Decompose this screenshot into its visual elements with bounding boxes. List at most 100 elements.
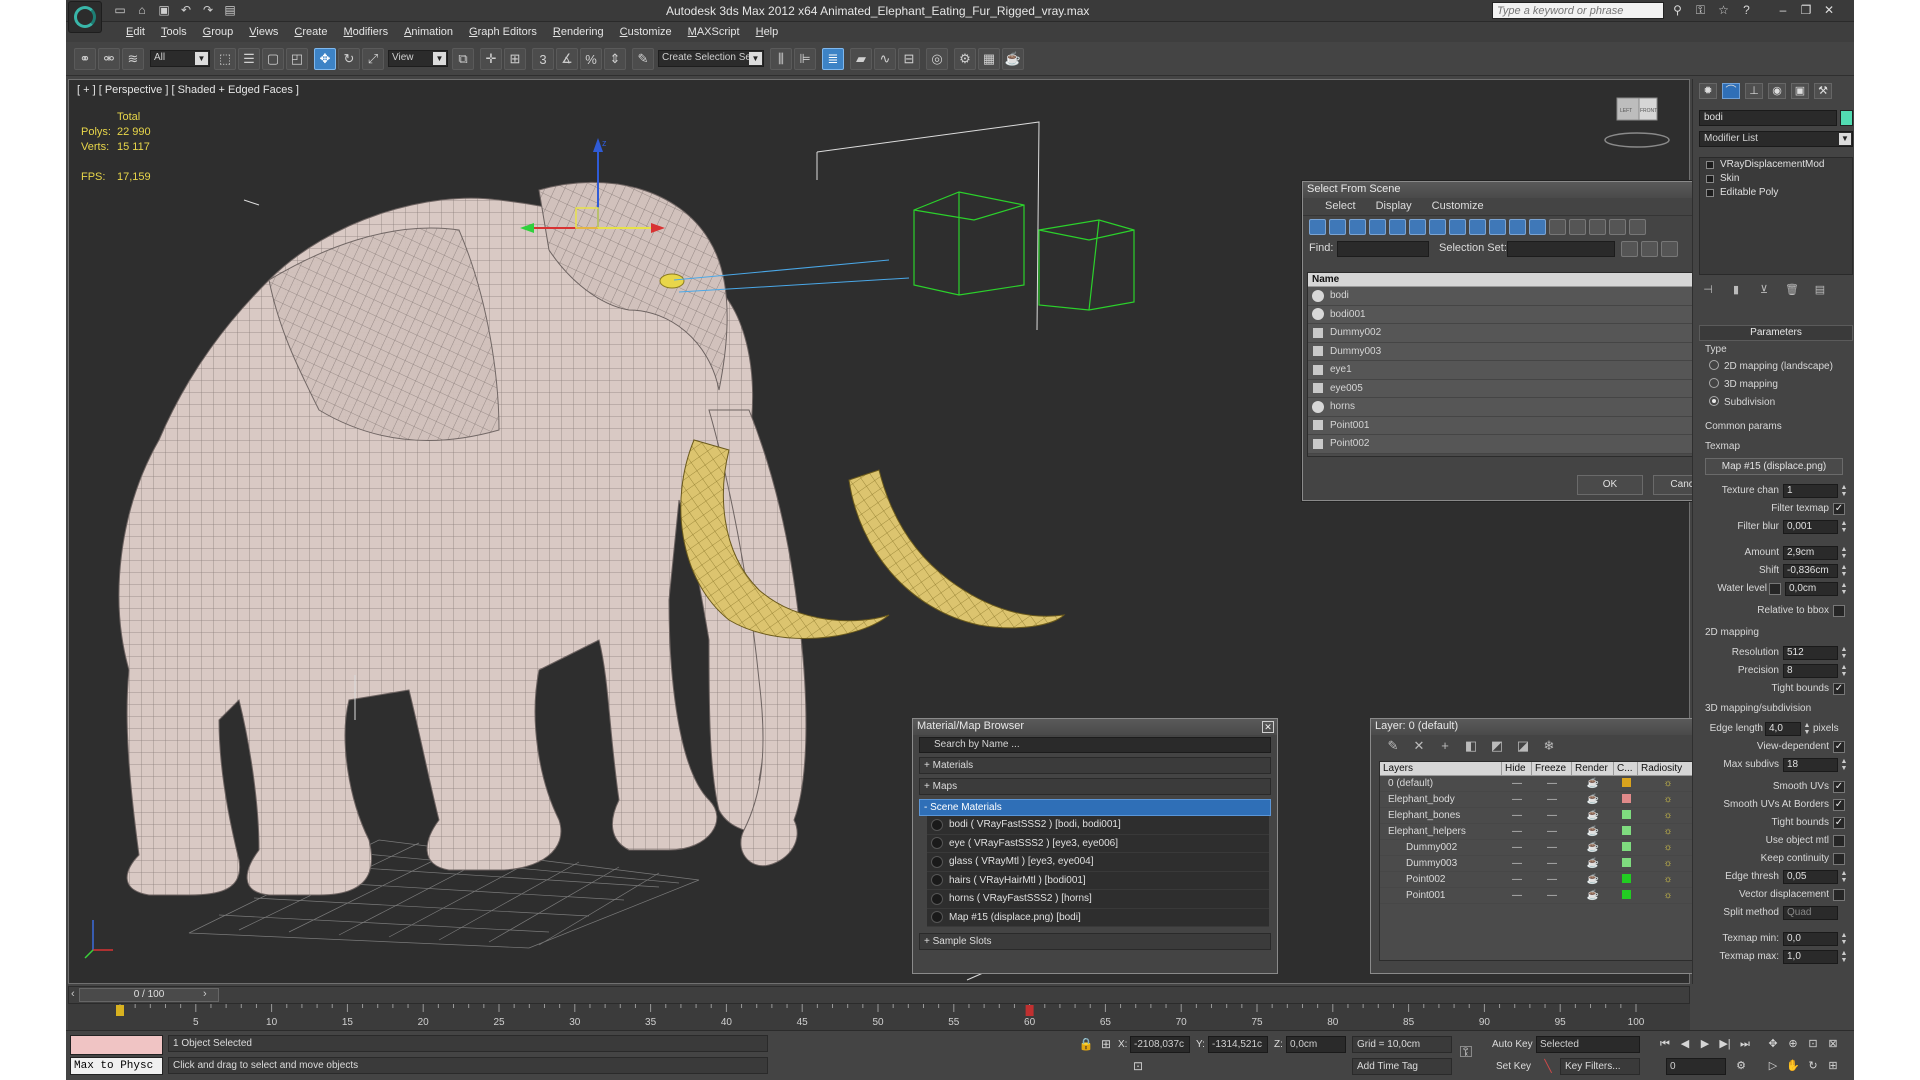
time-slider[interactable]: ‹ 0 / 100 › bbox=[68, 986, 1690, 1004]
prev-frame-icon[interactable]: ‹ bbox=[71, 988, 75, 1000]
layer-color-cell[interactable] bbox=[1614, 841, 1638, 854]
display-groups-icon[interactable] bbox=[1429, 219, 1446, 235]
time-tag-icon[interactable]: ⊡ bbox=[1130, 1058, 1146, 1074]
key-marker[interactable] bbox=[116, 1005, 124, 1016]
add-time-tag-button[interactable]: Add Time Tag bbox=[1352, 1058, 1452, 1075]
spinner-icon[interactable]: ▲ ▼ bbox=[1840, 664, 1848, 678]
menu-rendering[interactable]: Rendering bbox=[545, 25, 612, 39]
texmap-min-input[interactable]: 0,0 bbox=[1783, 932, 1838, 946]
curve-editor-icon[interactable]: ∿ bbox=[874, 48, 896, 70]
render-setup-icon[interactable]: ⚙ bbox=[954, 48, 976, 70]
percent-snap-icon[interactable]: % bbox=[580, 48, 602, 70]
freeze-toggle-icon[interactable]: — bbox=[1532, 874, 1572, 885]
make-unique-icon[interactable]: ⊻ bbox=[1757, 283, 1771, 297]
graphite-ribbon-icon[interactable]: ▰ bbox=[850, 48, 872, 70]
menu-animation[interactable]: Animation bbox=[396, 25, 461, 39]
save-file-icon[interactable]: ▣ bbox=[156, 3, 172, 18]
create-tab-icon[interactable]: ✹ bbox=[1699, 83, 1717, 99]
search-by-name-input[interactable]: Search by Name ... bbox=[919, 737, 1271, 753]
select-and-rotate-icon[interactable]: ↻ bbox=[338, 48, 360, 70]
edit-named-selection-icon[interactable]: ✎ bbox=[632, 48, 654, 70]
texmap-button[interactable]: Map #15 (displace.png) bbox=[1705, 458, 1843, 475]
select-in-layer-icon[interactable]: ◧ bbox=[1463, 738, 1479, 754]
y-coord-input[interactable]: -1314,521c bbox=[1208, 1036, 1268, 1053]
help-icon[interactable]: ? bbox=[1739, 3, 1754, 18]
reference-coordinate-dropdown[interactable]: View ▼ bbox=[388, 50, 448, 67]
spinner-icon[interactable]: ▲ ▼ bbox=[1840, 646, 1848, 660]
material-row[interactable]: bodi ( VRayFastSSS2 ) [bodi, bodi001] bbox=[927, 816, 1269, 835]
selection-set-dropdown[interactable] bbox=[1507, 241, 1615, 257]
tab-select[interactable]: Select bbox=[1317, 200, 1364, 213]
layer-row[interactable]: Dummy003— — ☕ ☼ bbox=[1380, 856, 1728, 872]
render-toggle-icon[interactable]: ☕ bbox=[1572, 842, 1614, 853]
filter-blur-input[interactable]: 0,001 bbox=[1783, 520, 1838, 534]
hide-toggle-icon[interactable]: — bbox=[1502, 794, 1532, 805]
display-none-icon[interactable] bbox=[1569, 219, 1586, 235]
modifier-stack[interactable]: VRayDisplacementMod Skin Editable Poly bbox=[1699, 157, 1853, 275]
key-filter-icon[interactable]: ╲ bbox=[1540, 1058, 1556, 1074]
display-helpers-icon[interactable] bbox=[1389, 219, 1406, 235]
scene-materials-group[interactable]: - Scene Materials bbox=[919, 799, 1271, 816]
find-input[interactable] bbox=[1337, 241, 1429, 257]
open-file-icon[interactable]: ⌂ bbox=[134, 3, 150, 18]
delete-layer-icon[interactable]: ✕ bbox=[1411, 738, 1427, 754]
tab-customize[interactable]: Customize bbox=[1424, 200, 1492, 213]
render-toggle-icon[interactable]: ☕ bbox=[1572, 890, 1614, 901]
spinner-icon[interactable]: ▲ ▼ bbox=[1840, 870, 1848, 884]
hide-toggle-icon[interactable]: — bbox=[1502, 890, 1532, 901]
layer-row[interactable]: Elephant_helpers — — ☕ ☼ bbox=[1380, 824, 1728, 840]
radiosity-toggle-icon[interactable]: ☼ bbox=[1638, 858, 1698, 869]
radiosity-toggle-icon[interactable]: ☼ bbox=[1638, 842, 1698, 853]
x-coord-input[interactable]: -2108,037c bbox=[1130, 1036, 1190, 1053]
z-coord-input[interactable]: 0,0cm bbox=[1286, 1036, 1346, 1053]
layer-name[interactable]: Point002 bbox=[1380, 874, 1502, 885]
water-level-input[interactable]: 0,0cm bbox=[1785, 582, 1838, 596]
col-render[interactable]: Render bbox=[1572, 762, 1614, 775]
water-level-checkbox[interactable] bbox=[1769, 583, 1781, 595]
radiosity-toggle-icon[interactable]: ☼ bbox=[1638, 826, 1698, 837]
keyword-search-input[interactable] bbox=[1492, 2, 1664, 19]
key-icon[interactable]: ⚿ bbox=[1693, 3, 1708, 18]
display-all-icon[interactable] bbox=[1549, 219, 1566, 235]
layer-row[interactable]: 0 (default) — — ☕ ☼ bbox=[1380, 776, 1728, 792]
hierarchy-tab-icon[interactable]: ⊥ bbox=[1745, 83, 1763, 99]
freeze-toggle-icon[interactable]: — bbox=[1532, 858, 1572, 869]
display-tab-icon[interactable]: ▣ bbox=[1791, 83, 1809, 99]
display-geometry-icon[interactable] bbox=[1309, 219, 1326, 235]
menu-customize[interactable]: Customize bbox=[612, 25, 680, 39]
redo-icon[interactable]: ↷ bbox=[200, 3, 216, 18]
scene-object-row[interactable]: bodi001 bbox=[1308, 305, 1734, 324]
motion-tab-icon[interactable]: ◉ bbox=[1768, 83, 1786, 99]
scene-object-row[interactable]: horns bbox=[1308, 398, 1734, 417]
create-layer-icon[interactable]: ✎ bbox=[1385, 738, 1401, 754]
material-editor-icon[interactable]: ◎ bbox=[926, 48, 948, 70]
track-bar[interactable]: 5 10 15 20 25 30 35 40 45 50 55 60 65 70 75 80 85 90 95 100 bbox=[68, 1004, 1690, 1030]
menu-maxscript[interactable]: MAXScript bbox=[680, 25, 748, 39]
stack-item[interactable]: Editable Poly bbox=[1700, 186, 1852, 200]
scene-object-row[interactable]: Dummy002 bbox=[1308, 324, 1734, 343]
scene-object-row[interactable]: Point002 bbox=[1308, 435, 1734, 454]
edge-thresh-input[interactable]: 0,05 bbox=[1783, 870, 1838, 884]
layer-color-swatch[interactable] bbox=[1621, 873, 1631, 883]
freeze-toggle-icon[interactable]: — bbox=[1532, 842, 1572, 853]
hide-all-icon[interactable]: ◪ bbox=[1515, 738, 1531, 754]
layer-color-swatch[interactable] bbox=[1621, 857, 1631, 867]
layer-color-cell[interactable] bbox=[1614, 873, 1638, 886]
layer-color-swatch[interactable] bbox=[1621, 809, 1631, 819]
bind-space-warp-icon[interactable]: ≋ bbox=[122, 48, 144, 70]
col-color[interactable]: C... bbox=[1614, 762, 1638, 775]
modify-tab-icon[interactable]: ⌒ bbox=[1722, 83, 1740, 99]
spinner-snap-icon[interactable]: ⇕ bbox=[604, 48, 626, 70]
binoculars-icon[interactable]: ⚲ bbox=[1670, 3, 1685, 18]
object-name-input[interactable]: bodi bbox=[1699, 110, 1837, 126]
render-toggle-icon[interactable]: ☕ bbox=[1572, 794, 1614, 805]
layer-color-cell[interactable] bbox=[1614, 889, 1638, 902]
layer-color-cell[interactable] bbox=[1614, 809, 1638, 822]
align-icon[interactable]: ⊫ bbox=[794, 48, 816, 70]
keep-continuity-checkbox[interactable] bbox=[1833, 853, 1845, 865]
zoom-icon[interactable]: ✥ bbox=[1764, 1036, 1782, 1052]
spinner-icon[interactable]: ▲ ▼ bbox=[1840, 950, 1848, 964]
smooth-uvs-checkbox[interactable]: ✓ bbox=[1833, 781, 1845, 793]
eye-selection-marker[interactable] bbox=[659, 273, 685, 289]
time-config-icon[interactable]: ⚙ bbox=[1732, 1058, 1750, 1074]
